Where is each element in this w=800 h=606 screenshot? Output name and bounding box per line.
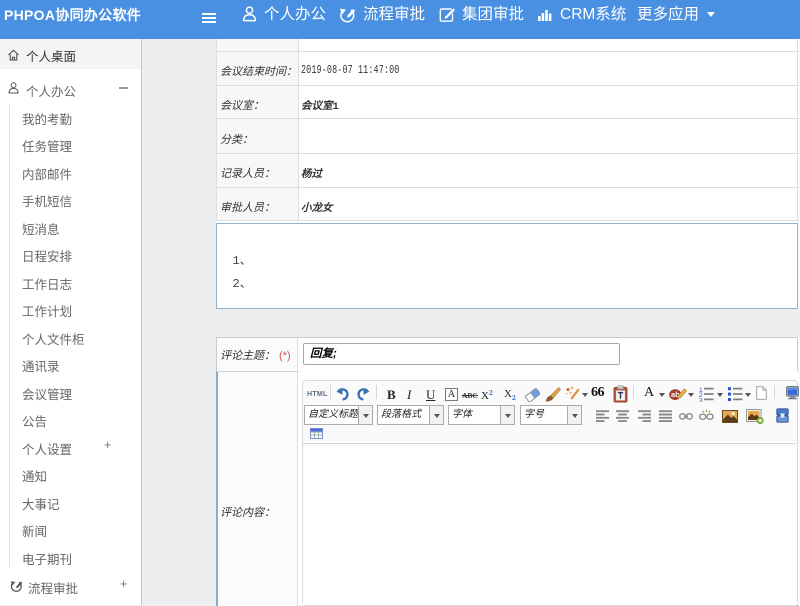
- svg-text:3: 3: [699, 398, 703, 402]
